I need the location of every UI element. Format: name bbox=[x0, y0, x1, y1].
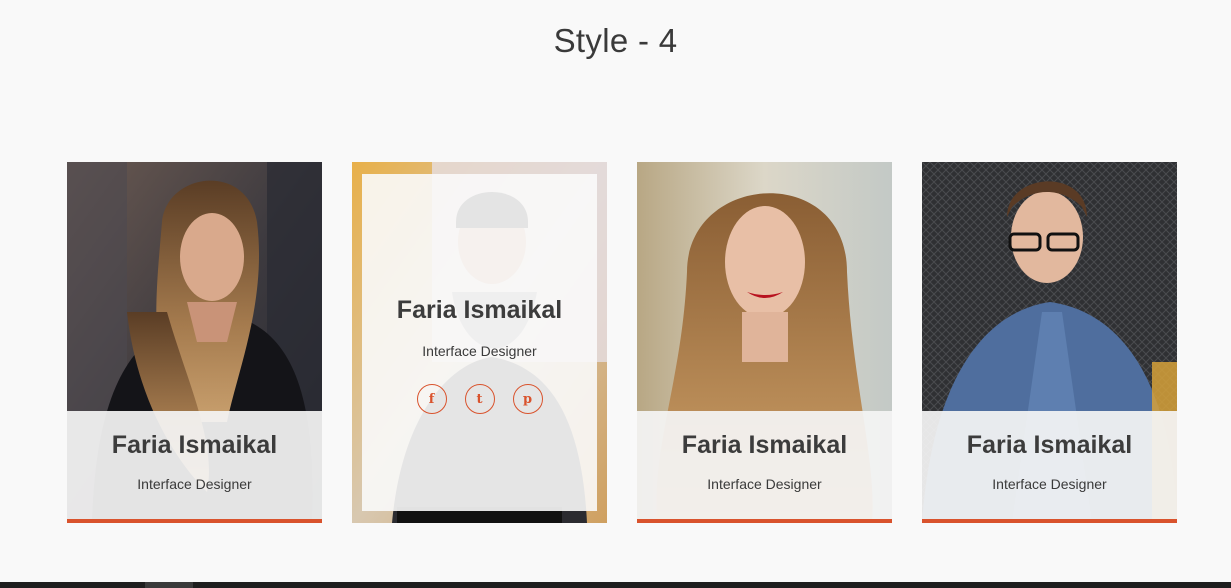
card-info: Faria Ismaikal Interface Designer bbox=[67, 411, 322, 523]
member-role: Interface Designer bbox=[992, 476, 1107, 492]
member-role: Interface Designer bbox=[422, 343, 537, 359]
member-role: Interface Designer bbox=[137, 476, 252, 492]
bottom-bar-segment bbox=[145, 582, 193, 588]
card-info: Faria Ismaikal Interface Designer bbox=[637, 411, 892, 523]
page-edge bbox=[1225, 0, 1231, 582]
team-card[interactable]: Faria Ismaikal Interface Designer bbox=[922, 162, 1177, 523]
member-name: Faria Ismaikal bbox=[396, 296, 563, 324]
section-title: Style - 4 bbox=[553, 22, 678, 59]
member-name: Faria Ismaikal bbox=[681, 431, 848, 459]
member-name: Faria Ismaikal bbox=[111, 431, 278, 459]
member-name: Faria Ismaikal bbox=[966, 431, 1133, 459]
social-links: f t p bbox=[362, 384, 597, 414]
team-card[interactable]: Faria Ismaikal Interface Designer bbox=[67, 162, 322, 523]
bottom-bar bbox=[0, 582, 1231, 588]
card-overlay: Faria Ismaikal Interface Designer f t p bbox=[362, 174, 597, 511]
team-card[interactable]: Faria Ismaikal Interface Designer bbox=[637, 162, 892, 523]
twitter-icon[interactable]: t bbox=[464, 384, 495, 414]
team-card-active[interactable]: Faria Ismaikal Interface Designer f t p bbox=[352, 162, 607, 523]
facebook-icon[interactable]: f bbox=[416, 384, 447, 414]
team-cards: Faria Ismaikal Interface Designer Faria … bbox=[67, 162, 1177, 523]
pinterest-icon[interactable]: p bbox=[512, 384, 543, 414]
member-role: Interface Designer bbox=[707, 476, 822, 492]
card-info: Faria Ismaikal Interface Designer bbox=[922, 411, 1177, 523]
